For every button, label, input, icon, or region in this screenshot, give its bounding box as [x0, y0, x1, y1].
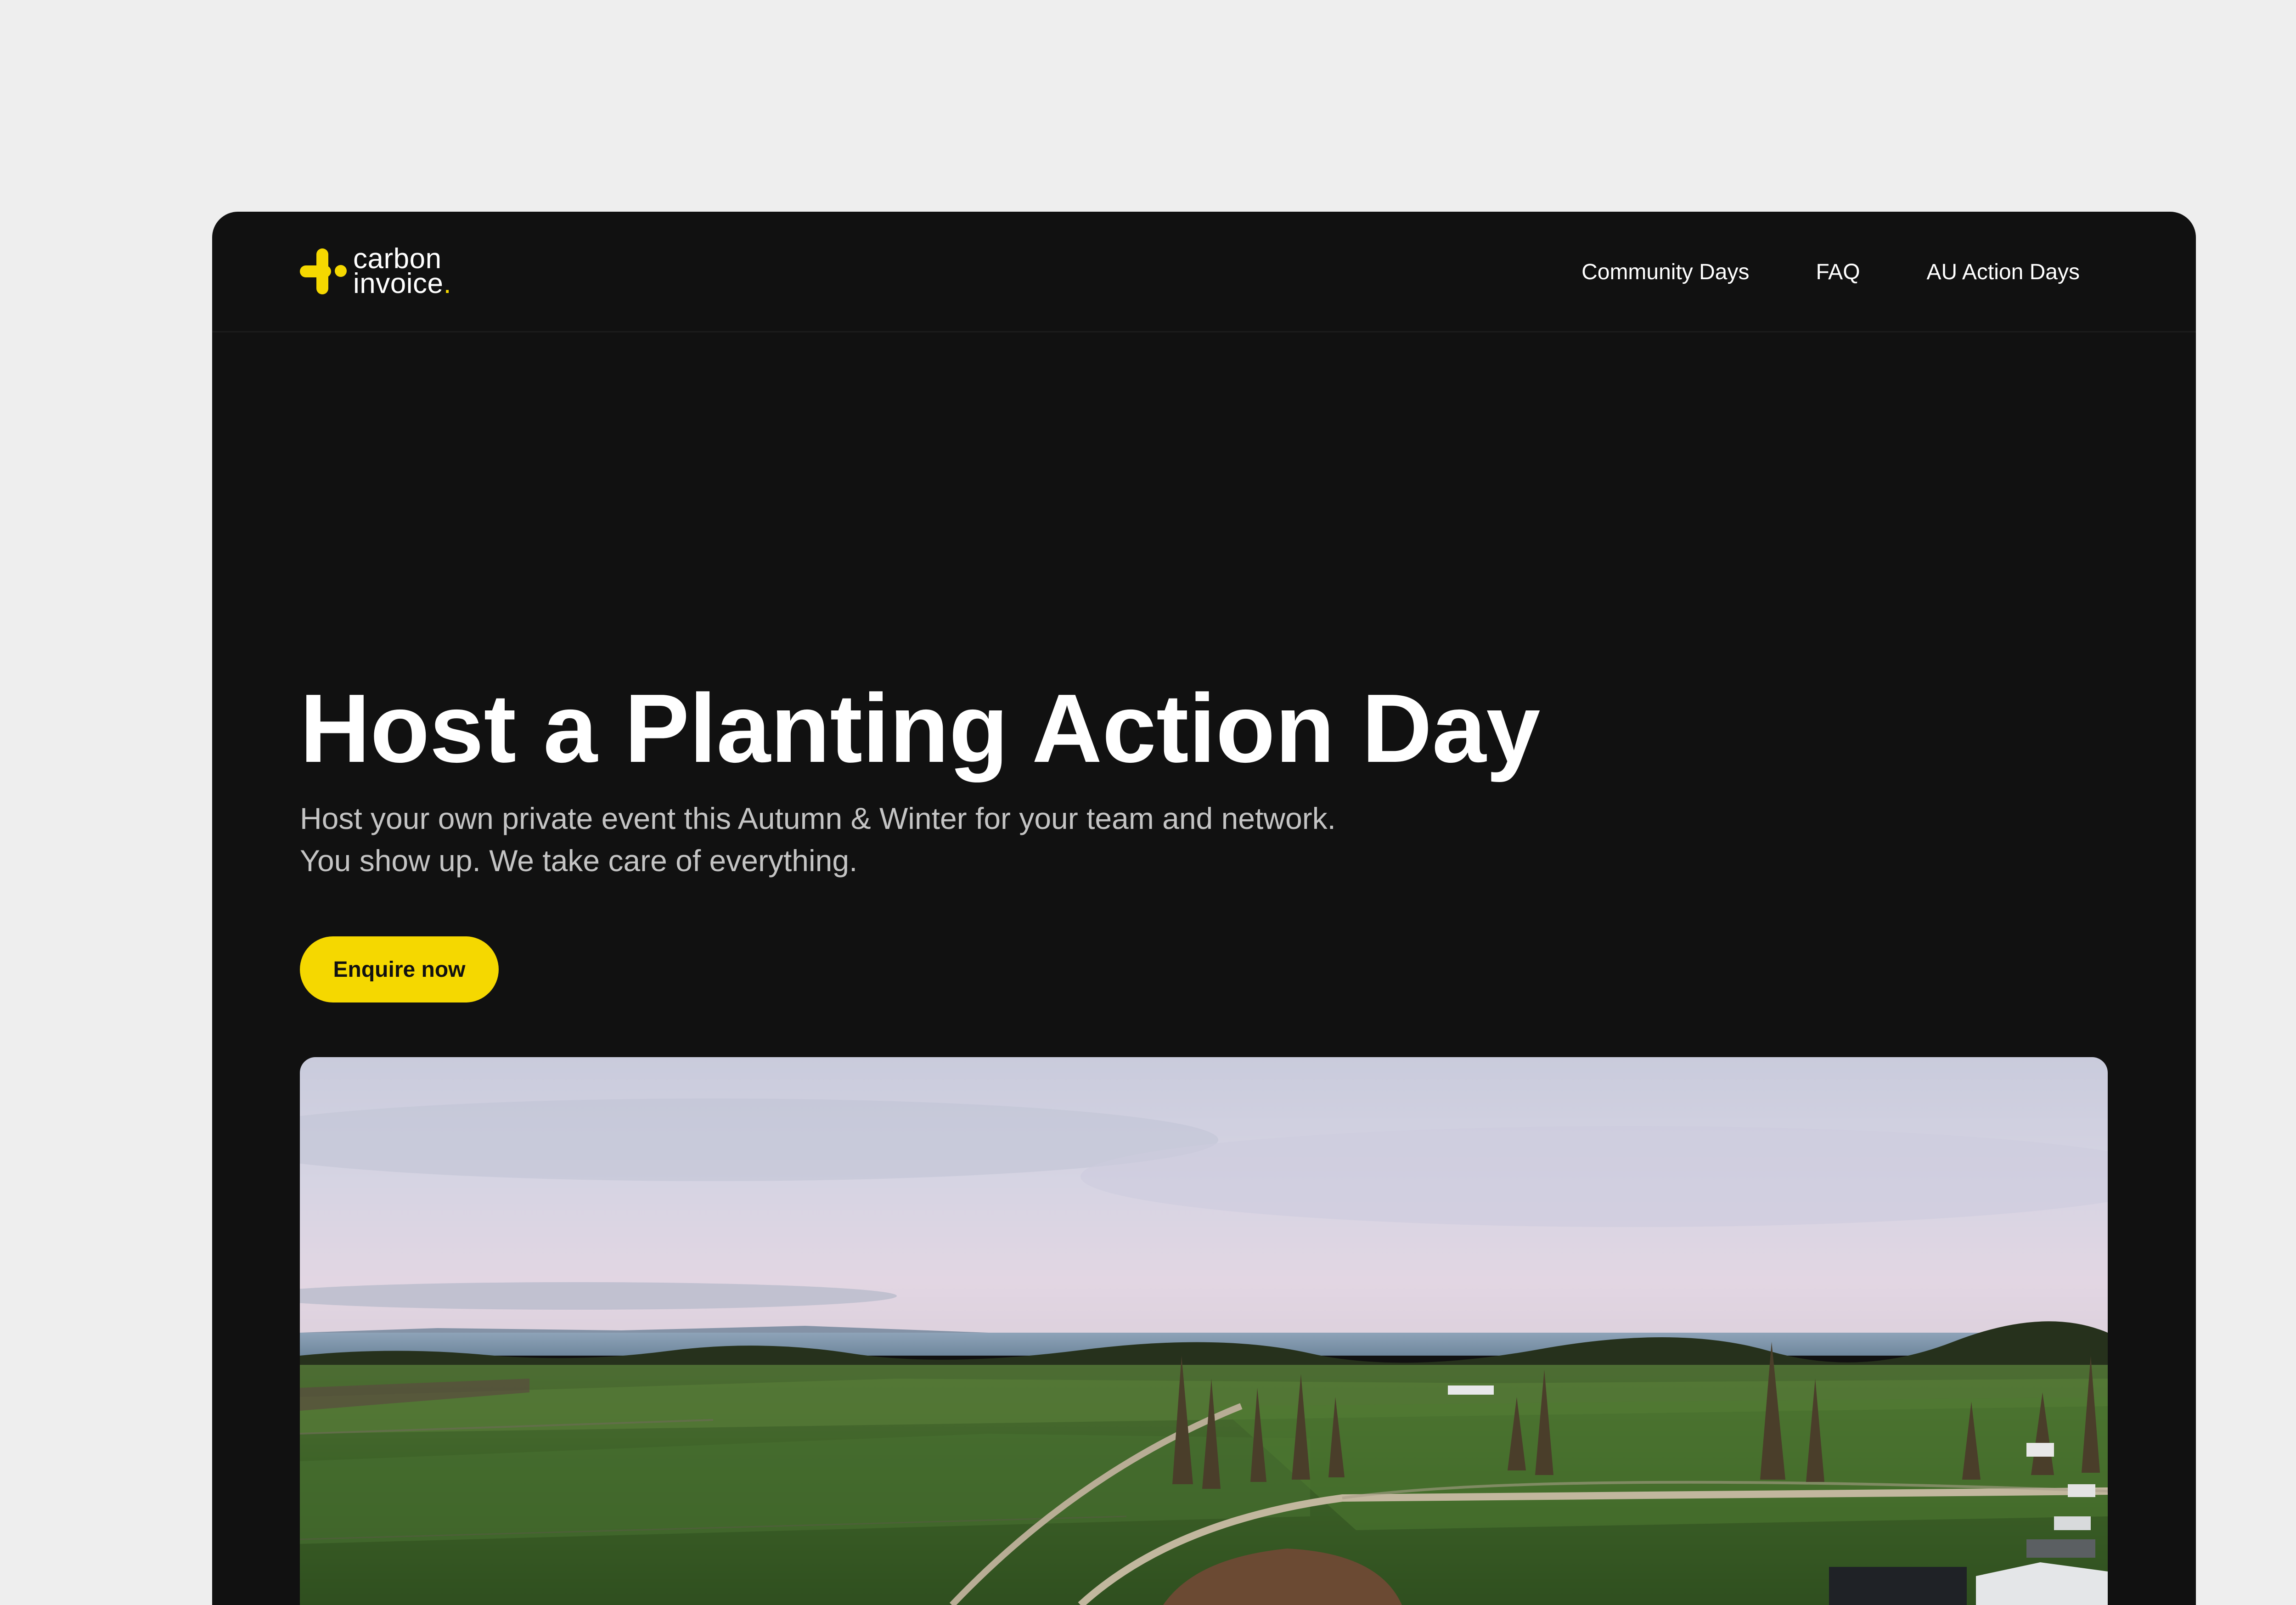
hero-title: Host a Planting Action Day	[300, 674, 1541, 783]
hero-subtitle-line-1: Host your own private event this Autumn …	[300, 801, 1336, 835]
nav-link-au-action-days[interactable]: AU Action Days	[1927, 259, 2080, 285]
logo-wordmark: carbon invoice.	[353, 245, 452, 299]
top-navigation: carbon invoice. Community Days FAQ AU Ac…	[212, 212, 2196, 332]
hero-subtitle-line-2: You show up. We take care of everything.	[300, 844, 858, 878]
browser-window: carbon invoice. Community Days FAQ AU Ac…	[212, 212, 2196, 1605]
plus-logo-icon	[300, 248, 347, 294]
logo-word-invoice: invoice	[353, 268, 444, 299]
carbon-invoice-logo[interactable]: carbon invoice.	[300, 244, 451, 299]
nav-link-faq[interactable]: FAQ	[1816, 259, 1860, 285]
enquire-now-button[interactable]: Enquire now	[300, 936, 499, 1002]
logo-period: .	[443, 268, 452, 299]
hero-subtitle: Host your own private event this Autumn …	[300, 797, 1336, 882]
nav-link-community-days[interactable]: Community Days	[1581, 259, 1749, 285]
nav-menu: Community Days FAQ AU Action Days	[1581, 212, 2080, 332]
hero-landscape-image	[300, 1057, 2108, 1605]
